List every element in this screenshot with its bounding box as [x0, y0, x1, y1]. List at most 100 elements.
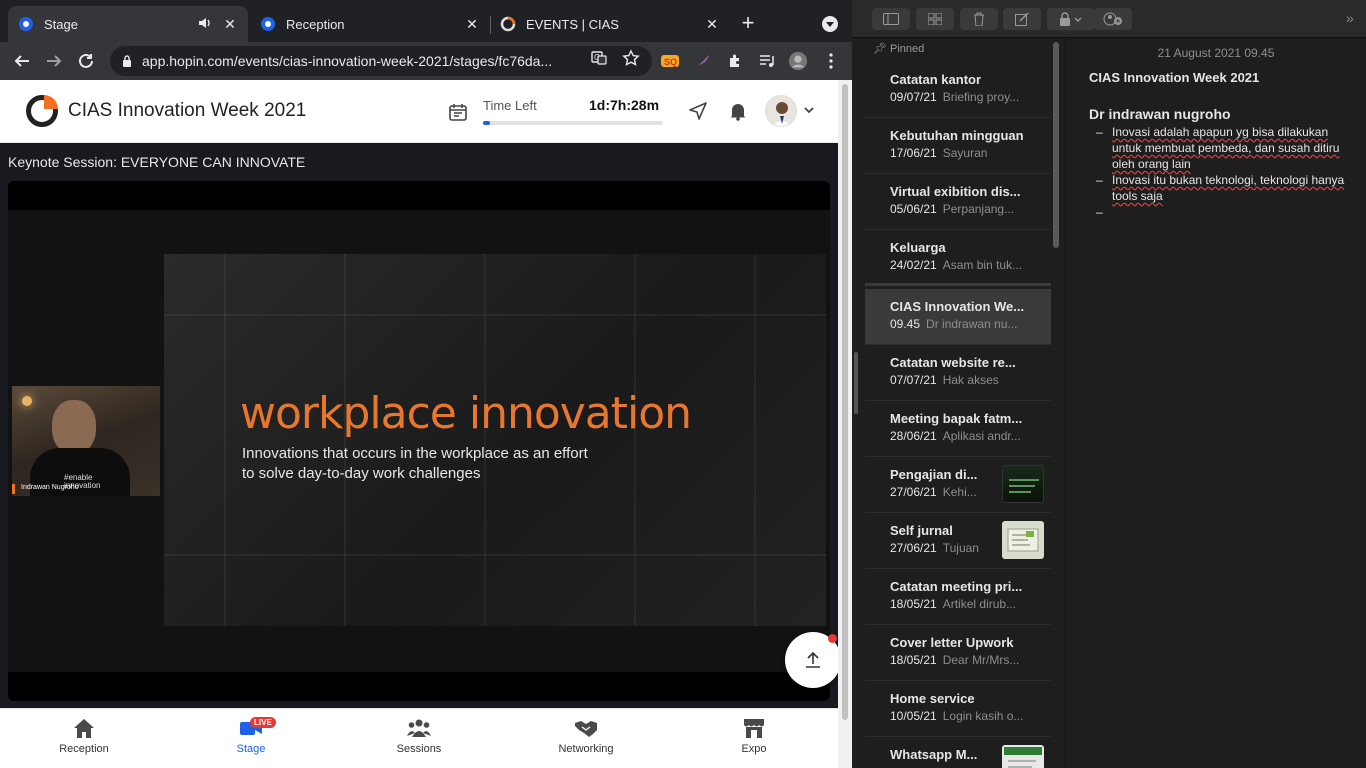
hopin-favicon-icon	[18, 16, 34, 32]
page-scrollbar[interactable]	[838, 80, 852, 768]
address-bar[interactable]: app.hopin.com/events/cias-innovation-wee…	[110, 46, 652, 76]
note-item[interactable]: Whatsapp M...	[865, 737, 1051, 768]
presentation-slide: workplace innovation Innovations that oc…	[164, 254, 826, 626]
note-meta: 07/07/21 Hak akses	[890, 373, 1040, 387]
toggle-sidebar-button[interactable]	[872, 8, 910, 30]
url-text[interactable]: app.hopin.com/events/cias-innovation-wee…	[142, 53, 574, 69]
note-item[interactable]: Catatan kantor 09/07/21 Briefing proy...	[865, 62, 1051, 118]
note-preview: Dear Mr/Mrs...	[942, 653, 1020, 667]
share-note-button[interactable]	[1094, 8, 1132, 30]
cias-logo[interactable]	[26, 95, 58, 127]
tab-search-icon[interactable]	[822, 16, 838, 32]
nav-sessions[interactable]: Sessions	[369, 717, 469, 755]
close-tab-icon[interactable]: ✕	[222, 16, 238, 32]
bullet-item[interactable]: Inovasi adalah apapun yg bisa dilakukan …	[1096, 124, 1346, 172]
note-preview: Aplikasi andr...	[942, 429, 1021, 443]
send-message-icon[interactable]	[688, 101, 708, 121]
calendar-icon[interactable]	[448, 102, 468, 122]
translate-icon[interactable]: G	[590, 49, 608, 67]
note-item[interactable]: Catatan meeting pri... 18/05/21 Artikel d…	[865, 569, 1051, 625]
browser-menu-icon[interactable]	[821, 51, 841, 71]
note-editor-title[interactable]: CIAS Innovation Week 2021	[1089, 70, 1259, 85]
live-badge: LIVE	[250, 717, 276, 728]
note-item[interactable]: Pengajian di... 27/06/21 Kehi...	[865, 457, 1051, 513]
handshake-icon	[575, 721, 597, 737]
nav-networking[interactable]: Networking	[536, 717, 636, 755]
new-note-button[interactable]	[1003, 8, 1041, 30]
bullet-text: Inovasi adalah apapun yg bisa dilakukan …	[1112, 125, 1340, 171]
nav-expo[interactable]: Expo	[704, 717, 804, 755]
reload-icon[interactable]	[75, 50, 97, 72]
nav-reception[interactable]: Reception	[34, 717, 134, 755]
note-date: 18/05/21	[890, 653, 937, 667]
chevron-down-icon[interactable]	[803, 104, 815, 116]
notification-bell-icon[interactable]	[728, 101, 748, 121]
note-item[interactable]: Keluarga 24/02/21 Asam bin tuk...	[865, 230, 1051, 286]
extensions-puzzle-icon[interactable]	[725, 51, 745, 71]
speaker-name-tag: Indrawan Nugroho	[12, 484, 79, 494]
lock-note-button[interactable]	[1047, 8, 1095, 30]
notification-dot	[828, 634, 837, 643]
note-title: Cover letter Upwork	[890, 635, 1014, 650]
audio-playing-icon[interactable]	[198, 16, 212, 33]
lock-icon[interactable]	[122, 55, 132, 67]
nav-reception-label: Reception	[59, 743, 109, 755]
new-tab-button[interactable]: +	[736, 12, 760, 36]
note-title: Kebutuhan mingguan	[890, 128, 1024, 143]
note-editor[interactable]: 21 August 2021 09.45 CIAS Innovation Wee…	[1066, 38, 1366, 768]
people-icon	[407, 719, 431, 737]
note-meta: 24/02/21 Asam bin tuk...	[890, 258, 1040, 272]
nav-stage-label: Stage	[236, 743, 266, 755]
note-title: Catatan kantor	[890, 72, 982, 87]
note-bullet-list[interactable]: Inovasi adalah apapun yg bisa dilakukan …	[1096, 124, 1346, 220]
profile-avatar[interactable]	[788, 51, 808, 71]
note-title: Self jurnal	[890, 523, 953, 538]
grid-icon	[928, 13, 942, 25]
slide-subtitle-line1: Innovations that occurs in the workplace…	[242, 445, 588, 462]
gallery-view-button[interactable]	[916, 8, 954, 30]
close-tab-icon[interactable]: ✕	[704, 16, 720, 32]
tab-title: Stage	[44, 16, 78, 32]
media-control-icon[interactable]	[757, 51, 777, 71]
bookmark-star-icon[interactable]	[622, 49, 640, 67]
extension-sq-icon[interactable]: SQ	[660, 51, 680, 71]
note-item[interactable]: Virtual exibition dis... 05/06/21 Perpanj…	[865, 174, 1051, 230]
bullet-text: Inovasi itu bukan teknologi, teknologi h…	[1112, 173, 1345, 203]
note-preview: Tujuan	[942, 541, 979, 555]
more-chevron-icon[interactable]: »	[1346, 10, 1354, 26]
delete-note-button[interactable]	[960, 8, 998, 30]
close-tab-icon[interactable]: ✕	[464, 16, 480, 32]
tab-stage[interactable]: Stage ✕	[8, 6, 248, 42]
note-item[interactable]: Meeting bapak fatm... 28/06/21 Aplikasi a…	[865, 401, 1051, 457]
back-arrow-icon[interactable]	[11, 50, 33, 72]
home-icon	[74, 719, 94, 738]
bullet-item[interactable]: Inovasi itu bukan teknologi, teknologi h…	[1096, 172, 1346, 204]
note-title: Virtual exibition dis...	[890, 184, 1021, 199]
note-title: Whatsapp M...	[890, 747, 978, 762]
note-date: 17/06/21	[890, 146, 937, 160]
note-item[interactable]: Cover letter Upwork 18/05/21 Dear Mr/Mrs.…	[865, 625, 1051, 681]
note-item-selected[interactable]: CIAS Innovation We... 09.45 Dr indrawan n…	[865, 289, 1051, 345]
note-item[interactable]: Self jurnal 27/06/21 Tujuan	[865, 513, 1051, 569]
note-item[interactable]: Catatan website re... 07/07/21 Hak akses	[865, 345, 1051, 401]
notes-toolbar: »	[852, 0, 1366, 38]
tab-reception[interactable]: Reception ✕	[250, 6, 490, 42]
speaker-background-lamp	[22, 396, 32, 406]
note-preview: Perpanjang...	[942, 202, 1015, 216]
tab-events-cias[interactable]: EVENTS | CIAS ✕	[490, 6, 730, 42]
user-avatar[interactable]	[765, 95, 797, 127]
stage-video-player[interactable]: workplace innovation Innovations that oc…	[8, 181, 830, 701]
extension-feather-icon[interactable]	[693, 51, 713, 71]
note-item[interactable]: Home service 10/05/21 Login kasih o...	[865, 681, 1051, 737]
page-scrollbar-thumb[interactable]	[842, 84, 848, 720]
notes-list-scrollbar[interactable]	[1053, 42, 1059, 248]
note-meta: 05/06/21 Perpanjang...	[890, 202, 1040, 216]
forward-arrow-icon[interactable]	[43, 50, 65, 72]
notes-app-window: » 📌︎ Pinned Catatan kantor 09/07/21 Brief…	[852, 0, 1366, 768]
window-split-handle[interactable]	[854, 352, 858, 414]
note-meta: 18/05/21 Artikel dirub...	[890, 597, 1040, 611]
note-item[interactable]: Kebutuhan mingguan 17/06/21 Sayuran	[865, 118, 1051, 174]
note-editor-heading[interactable]: Dr indrawan nugroho	[1089, 106, 1231, 122]
browser-window: Stage ✕ Reception ✕ EVENTS | CIAS ✕ + ap…	[0, 0, 852, 768]
time-left-progress-fill	[483, 121, 491, 125]
